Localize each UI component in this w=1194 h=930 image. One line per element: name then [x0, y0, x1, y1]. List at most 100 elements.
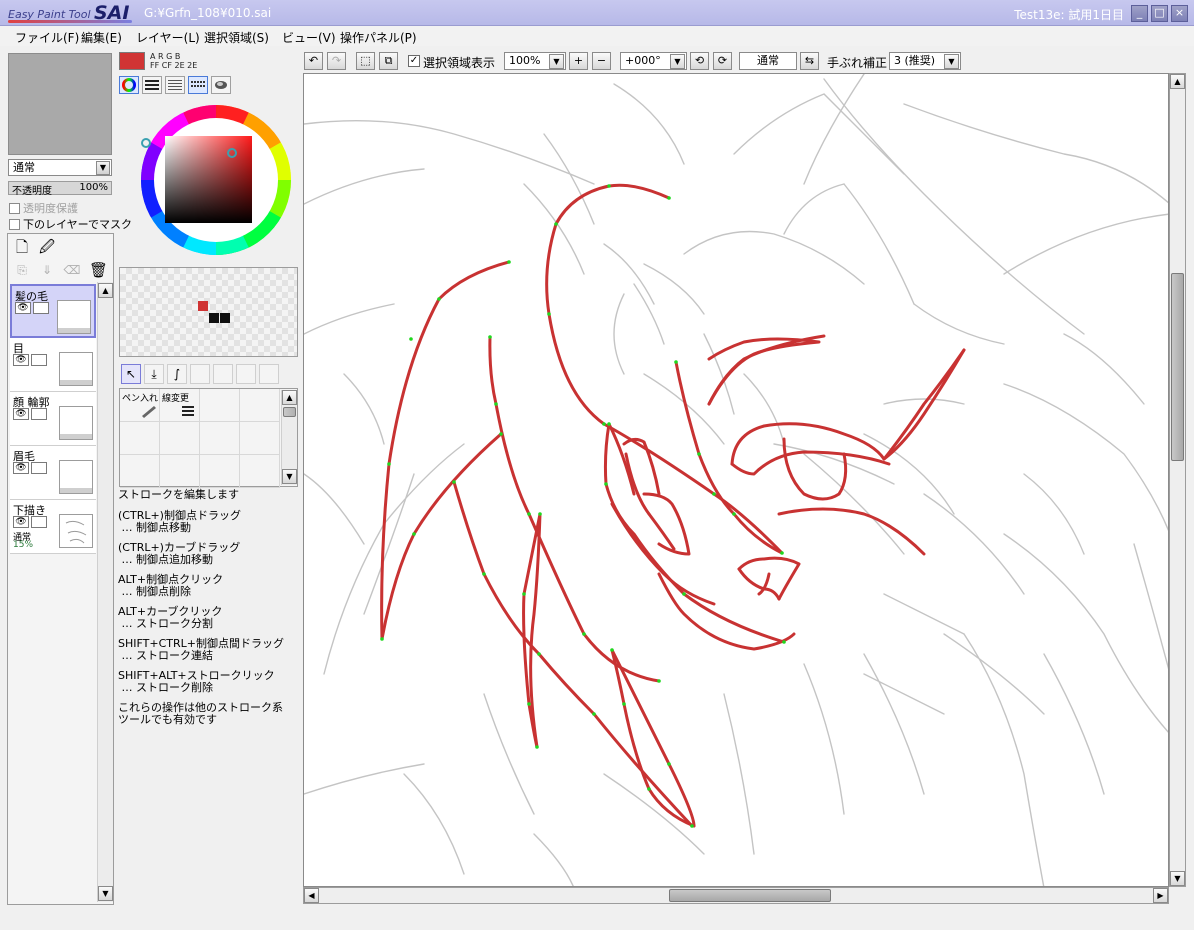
color-wheel-mode-button[interactable] — [119, 76, 139, 94]
redo-button[interactable]: ↷ — [327, 52, 346, 70]
scroll-up-icon[interactable]: ▲ — [1170, 74, 1185, 89]
new-linework-layer-icon[interactable]: 🖉 — [38, 238, 56, 256]
lock-toggle[interactable] — [31, 462, 47, 474]
deselect-button[interactable]: ⬚ — [356, 52, 375, 70]
menu-selection[interactable]: 選択領域(S) — [204, 29, 269, 46]
scroll-down-icon[interactable]: ▼ — [1170, 871, 1185, 886]
layer-row[interactable]: 目 👁 — [10, 338, 96, 392]
drawing-canvas[interactable] — [303, 73, 1169, 887]
invert-selection-button[interactable]: ⧉ — [379, 52, 398, 70]
zoom-in-button[interactable]: + — [569, 52, 588, 70]
canvas-horizontal-scrollbar[interactable]: ◀ ▶ — [303, 887, 1169, 904]
eye-icon[interactable]: 👁 — [13, 354, 29, 366]
chevron-down-icon[interactable]: ▼ — [96, 161, 110, 175]
layer-row[interactable]: 顔 輪郭 👁 — [10, 392, 96, 446]
tool-slot[interactable] — [190, 364, 210, 384]
clear-layer-icon[interactable]: ⌫ — [63, 261, 81, 279]
stabilizer-select[interactable]: 3 (推奨) ▼ — [889, 52, 961, 70]
chevron-down-icon[interactable]: ▼ — [670, 54, 685, 69]
new-layer-icon[interactable]: 🗋 — [13, 238, 31, 256]
close-button[interactable]: × — [1171, 5, 1188, 22]
delete-layer-icon[interactable]: 🗑 — [89, 261, 108, 279]
hsv-slider-mode-button[interactable] — [165, 76, 185, 94]
layer-row[interactable]: 眉毛 👁 — [10, 446, 96, 500]
swatch-black[interactable] — [220, 313, 230, 323]
select-tool-button[interactable]: ↖ — [121, 364, 141, 384]
eye-icon[interactable]: 👁 — [15, 302, 31, 314]
swatches-mode-button[interactable] — [188, 76, 208, 94]
rotation-select[interactable]: +000° ▼ — [620, 52, 687, 70]
menu-file[interactable]: ファイル(F) — [15, 29, 79, 46]
empty-tool-cell[interactable] — [200, 455, 240, 488]
menu-view[interactable]: ビュー(V) — [282, 29, 336, 46]
canvas-vertical-scrollbar[interactable]: ▲ ▼ — [1169, 73, 1186, 887]
empty-tool-cell[interactable] — [120, 455, 160, 488]
undo-button[interactable]: ↶ — [304, 52, 323, 70]
opacity-slider[interactable]: 不透明度 100% — [8, 181, 112, 197]
chevron-down-icon[interactable]: ▼ — [549, 54, 564, 69]
scroll-down-icon[interactable]: ▼ — [98, 886, 113, 901]
zoom-select[interactable]: 100% ▼ — [504, 52, 566, 70]
rotate-left-button[interactable]: ⟲ — [690, 52, 709, 70]
swatch-red[interactable] — [198, 301, 208, 311]
chevron-down-icon[interactable]: ▼ — [944, 54, 959, 69]
view-mode-field[interactable]: 通常 — [739, 52, 797, 70]
rotate-right-button[interactable]: ⟳ — [713, 52, 732, 70]
tool-slot[interactable] — [259, 364, 279, 384]
scroll-left-icon[interactable]: ◀ — [304, 888, 319, 903]
layer-list-scrollbar[interactable]: ▲ ▼ — [97, 282, 113, 902]
maximize-button[interactable]: □ — [1151, 5, 1168, 22]
flip-view-button[interactable]: ⇆ — [800, 52, 819, 70]
empty-tool-cell[interactable] — [240, 422, 280, 455]
tool-grid-scrollbar[interactable]: ▲ ▼ — [281, 390, 297, 485]
rgb-slider-mode-button[interactable] — [142, 76, 162, 94]
scroll-down-icon[interactable]: ▼ — [282, 469, 297, 484]
pen-tool-cell[interactable]: ペン入れ — [120, 389, 160, 422]
copy-layer-icon[interactable]: ⎘ — [13, 261, 31, 279]
lock-toggle[interactable] — [31, 354, 47, 366]
preserve-opacity-checkbox[interactable] — [9, 203, 20, 214]
empty-tool-cell[interactable] — [120, 422, 160, 455]
navigator-preview[interactable] — [8, 53, 112, 155]
empty-tool-cell[interactable] — [200, 422, 240, 455]
pen-in-tool-button[interactable]: ⤓ — [144, 364, 164, 384]
empty-tool-cell[interactable] — [160, 422, 200, 455]
eye-icon[interactable]: 👁 — [13, 516, 29, 528]
empty-tool-cell[interactable] — [200, 389, 240, 422]
curve-tool-button[interactable]: ∫ — [167, 364, 187, 384]
scroll-right-icon[interactable]: ▶ — [1153, 888, 1168, 903]
tool-slot[interactable] — [213, 364, 233, 384]
menu-layer[interactable]: レイヤー(L) — [136, 29, 200, 46]
merge-down-icon[interactable]: ⇓ — [38, 261, 56, 279]
scroll-up-icon[interactable]: ▲ — [282, 390, 297, 405]
lock-toggle[interactable] — [31, 408, 47, 420]
swatch-black[interactable] — [209, 313, 219, 323]
menu-panel[interactable]: 操作パネル(P) — [340, 29, 417, 46]
blend-mode-select[interactable]: 通常 ▼ — [8, 159, 112, 176]
color-wheel[interactable] — [121, 97, 297, 263]
hue-picker-handle[interactable] — [141, 138, 151, 148]
preserve-opacity-option[interactable]: 透明度保護 — [9, 200, 78, 216]
empty-tool-cell[interactable] — [240, 389, 280, 422]
show-selection-checkbox[interactable]: ✓ — [408, 55, 420, 67]
clip-mask-checkbox[interactable] — [9, 219, 20, 230]
lock-toggle[interactable] — [33, 302, 49, 314]
zoom-out-button[interactable]: − — [592, 52, 611, 70]
scratchpad-mode-button[interactable] — [211, 76, 231, 94]
layer-row[interactable]: 下描き 👁 通常 15% — [10, 500, 96, 554]
canvas-hscroll-thumb[interactable] — [669, 889, 831, 902]
layer-row[interactable]: 髪の毛 👁 — [10, 284, 96, 338]
eye-icon[interactable]: 👁 — [13, 408, 29, 420]
tool-grid-scroll-thumb[interactable] — [283, 407, 296, 417]
lock-toggle[interactable] — [31, 516, 47, 528]
canvas-vscroll-thumb[interactable] — [1171, 273, 1184, 461]
menu-edit[interactable]: 編集(E) — [81, 29, 122, 46]
empty-tool-cell[interactable] — [160, 455, 200, 488]
eye-icon[interactable]: 👁 — [13, 462, 29, 474]
clip-mask-option[interactable]: 下のレイヤーでマスク — [9, 216, 132, 232]
scroll-up-icon[interactable]: ▲ — [98, 283, 113, 298]
swatch-palette[interactable] — [119, 267, 298, 357]
tool-slot[interactable] — [236, 364, 256, 384]
main-color-swatch[interactable] — [119, 52, 145, 70]
minimize-button[interactable]: _ — [1131, 5, 1148, 22]
